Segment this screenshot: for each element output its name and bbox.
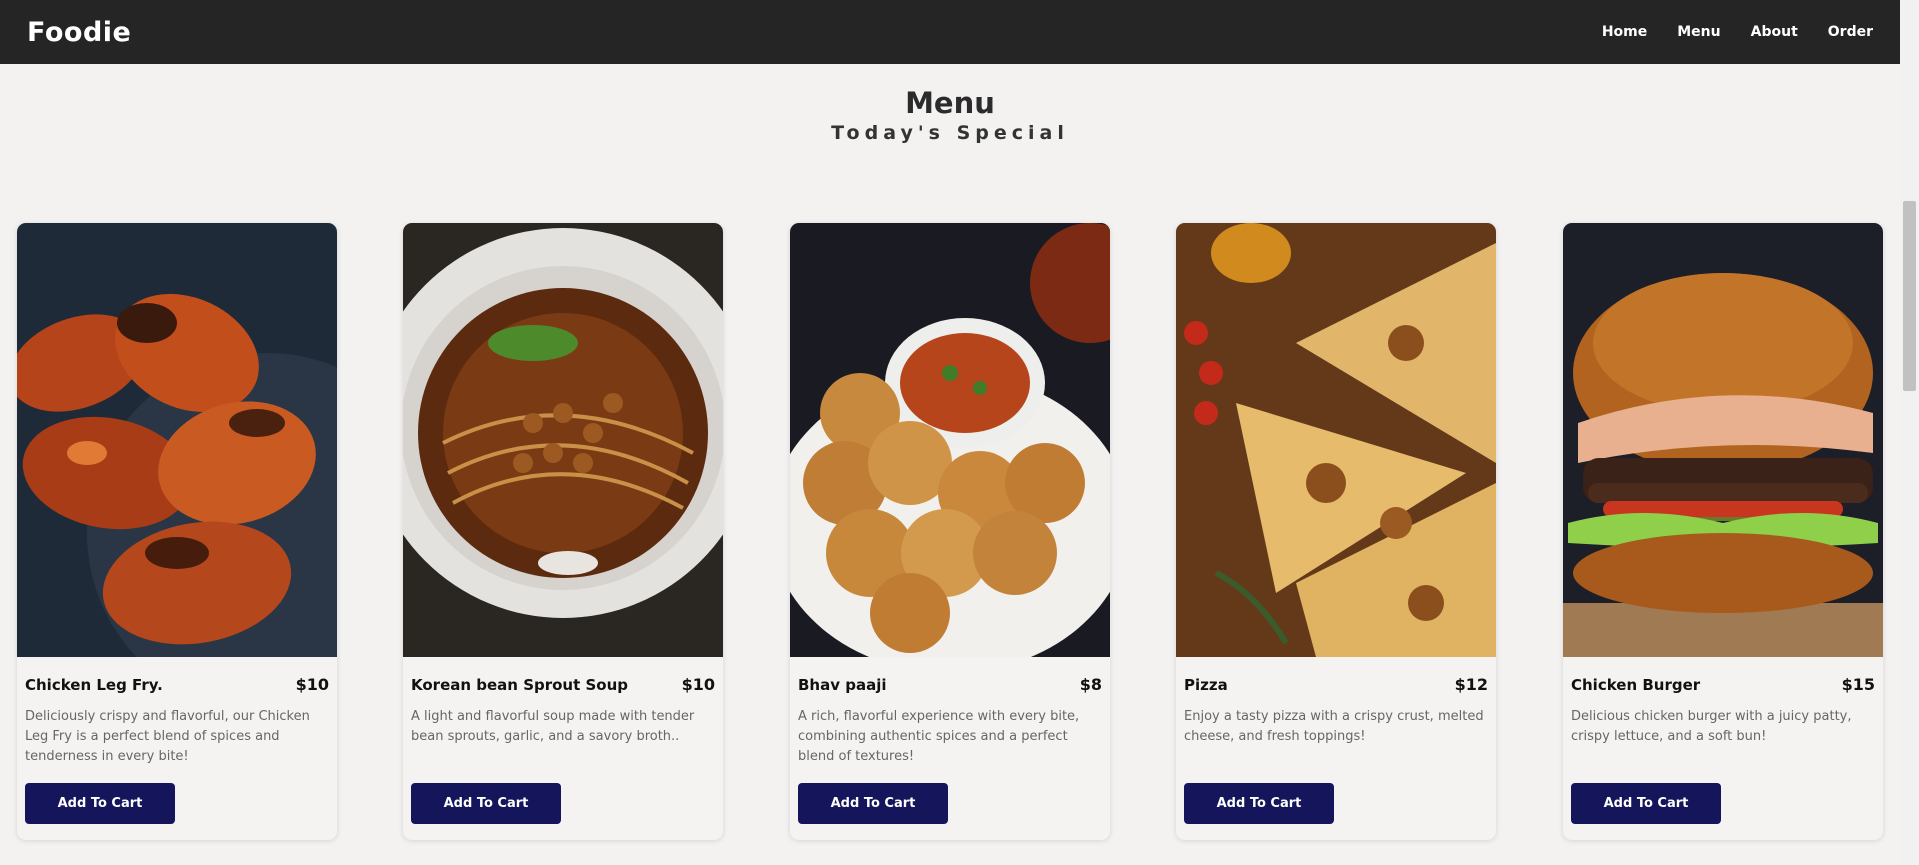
page-title: Menu — [905, 86, 995, 120]
menu-card-chicken-burger: Chicken Burger $15 Delicious chicken bur… — [1563, 223, 1883, 840]
menu-card-chicken-leg-fry: Chicken Leg Fry. $10 Deliciously crispy … — [17, 223, 337, 840]
nav-link-about[interactable]: About — [1751, 24, 1798, 40]
nav-link-order[interactable]: Order — [1828, 24, 1873, 40]
add-to-cart-button[interactable]: Add To Cart — [25, 783, 175, 824]
menu-card-bhav-paaji: Bhav paaji $8 A rich, flavorful experien… — [790, 223, 1110, 840]
card-body: Bhav paaji $8 A rich, flavorful experien… — [790, 657, 1110, 769]
card-header: Pizza $12 — [1184, 675, 1488, 694]
item-price: $8 — [1079, 675, 1102, 694]
menu-heading: Menu Today's Special — [0, 86, 1900, 144]
nav-link-menu[interactable]: Menu — [1677, 24, 1720, 40]
item-description: A light and flavorful soup made with ten… — [411, 709, 695, 744]
card-body: Chicken Leg Fry. $10 Deliciously crispy … — [17, 657, 337, 769]
item-name: Pizza — [1184, 675, 1228, 694]
add-to-cart-button[interactable]: Add To Cart — [411, 783, 561, 824]
item-price: $12 — [1454, 675, 1488, 694]
add-to-cart-button[interactable]: Add To Cart — [1184, 783, 1334, 824]
item-description: A rich, flavorful experience with every … — [798, 709, 1080, 764]
card-header: Chicken Leg Fry. $10 — [25, 675, 329, 694]
item-name: Chicken Leg Fry. — [25, 675, 163, 694]
item-description: Enjoy a tasty pizza with a crispy crust,… — [1184, 709, 1484, 744]
item-price: $10 — [295, 675, 329, 694]
page-scrollbar[interactable] — [1900, 0, 1919, 865]
card-header: Chicken Burger $15 — [1571, 675, 1875, 694]
chicken-leg-fry-image — [17, 223, 337, 657]
page-subtitle: Today's Special — [831, 122, 1069, 144]
korean-soup-image — [403, 223, 723, 657]
item-name: Korean bean Sprout Soup — [411, 675, 629, 694]
chicken-burger-image — [1563, 223, 1883, 657]
item-price: $10 — [681, 675, 715, 694]
pizza-image — [1176, 223, 1496, 657]
nav-link-home[interactable]: Home — [1602, 24, 1647, 40]
add-to-cart-button[interactable]: Add To Cart — [798, 783, 948, 824]
item-description: Delicious chicken burger with a juicy pa… — [1571, 709, 1852, 744]
add-to-cart-button[interactable]: Add To Cart — [1571, 783, 1721, 824]
navbar: Foodie Home Menu About Order — [0, 0, 1900, 64]
item-description: Deliciously crispy and flavorful, our Ch… — [25, 709, 310, 764]
scrollbar-thumb[interactable] — [1903, 201, 1916, 391]
item-name: Bhav paaji — [798, 675, 887, 694]
bhav-paaji-image — [790, 223, 1110, 657]
card-header: Korean bean Sprout Soup $10 — [411, 675, 715, 694]
nav-links: Home Menu About Order — [1602, 24, 1873, 40]
brand-logo[interactable]: Foodie — [27, 17, 131, 48]
item-name: Chicken Burger — [1571, 675, 1701, 694]
menu-card-korean-soup: Korean bean Sprout Soup $10 A light and … — [403, 223, 723, 840]
card-body: Korean bean Sprout Soup $10 A light and … — [403, 657, 723, 769]
card-body: Chicken Burger $15 Delicious chicken bur… — [1563, 657, 1883, 769]
card-body: Pizza $12 Enjoy a tasty pizza with a cri… — [1176, 657, 1496, 769]
item-price: $15 — [1841, 675, 1875, 694]
card-header: Bhav paaji $8 — [798, 675, 1102, 694]
menu-card-pizza: Pizza $12 Enjoy a tasty pizza with a cri… — [1176, 223, 1496, 840]
